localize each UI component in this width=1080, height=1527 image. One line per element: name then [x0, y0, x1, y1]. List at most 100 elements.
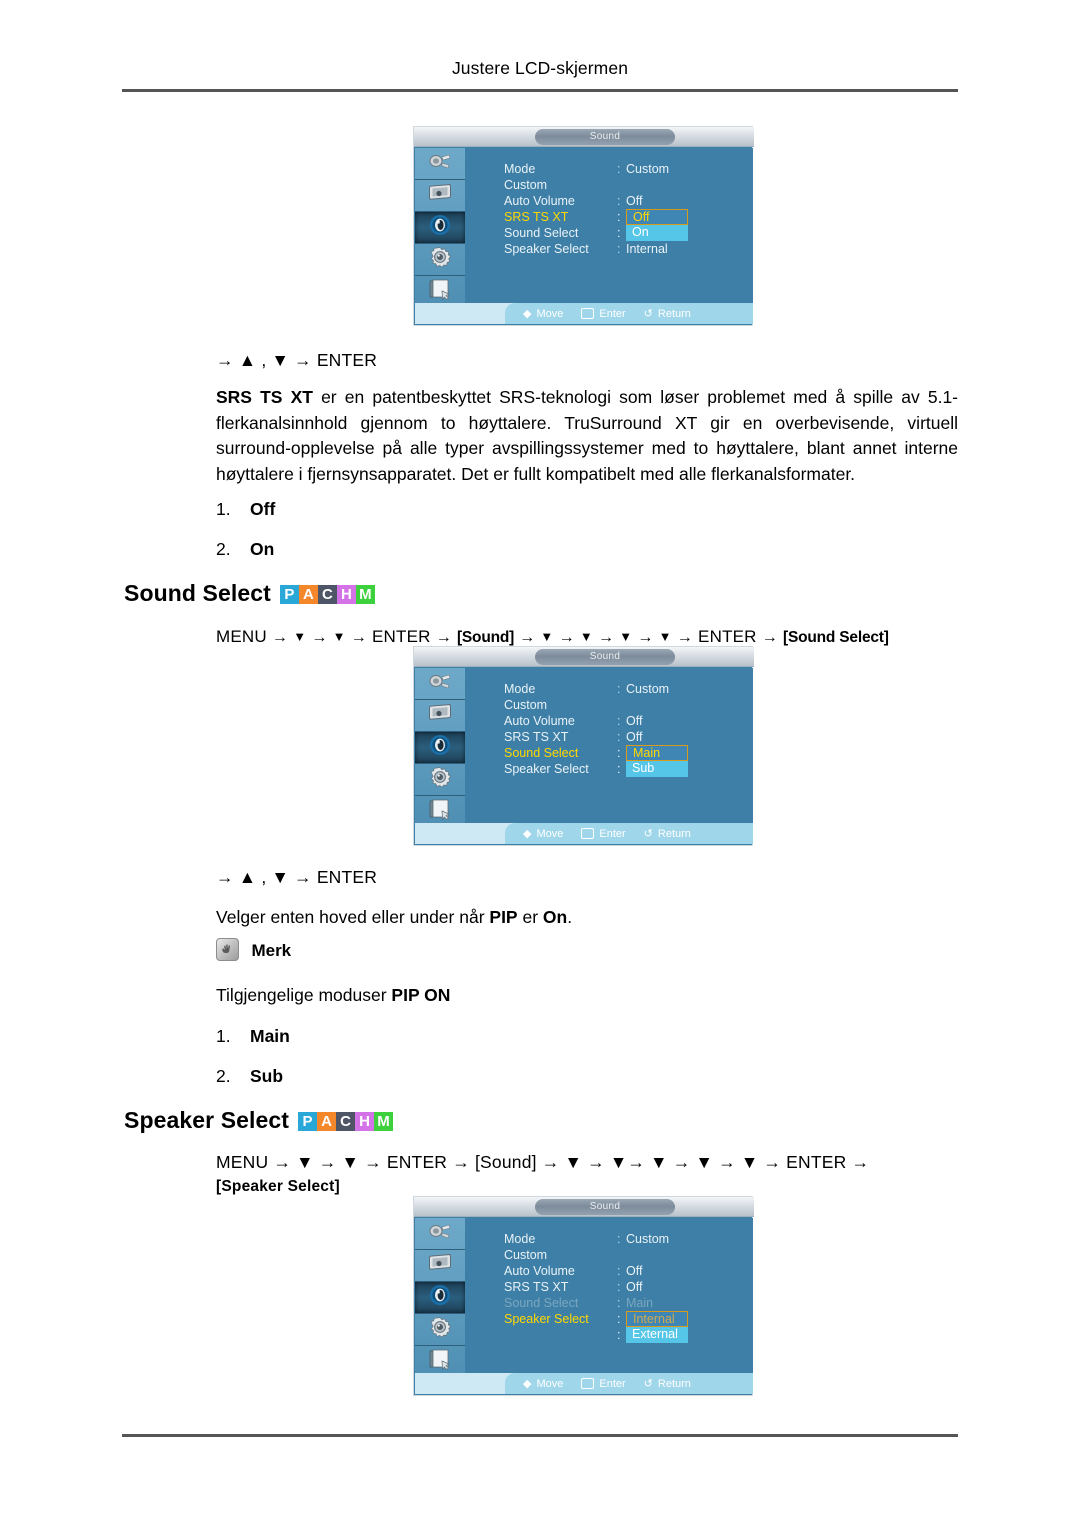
osd-titlebar: Sound	[414, 127, 754, 147]
osd-menu-item[interactable]: Speaker Select	[504, 761, 624, 777]
speaker-select-nav-line-1: MENU → ▼ → ▼ → ENTER → [Sound] → ▼ → ▼→ …	[216, 1152, 870, 1172]
osd-menu-item[interactable]: Auto Volume	[504, 1263, 624, 1279]
osd-sidebar-item-picture[interactable]	[415, 700, 465, 732]
manual-page: Justere LCD-skjermen Sound Mode Custom Auto…	[0, 0, 1080, 1527]
osd-menu-item[interactable]: Auto Volume	[504, 193, 624, 209]
osd-titlebar: Sound	[414, 1197, 754, 1217]
osd-menu-value: : Internal	[617, 242, 668, 256]
osd-hint-label: Enter	[599, 827, 626, 840]
osd-option-alternate[interactable]: Sub	[626, 761, 688, 777]
osd-menu-value	[617, 177, 747, 193]
srs-option-2-value: On	[250, 539, 275, 559]
osd-menu-item[interactable]: Sound Select	[504, 1295, 624, 1311]
osd-option-selected[interactable]: Main	[626, 745, 688, 761]
sound-select-description: Velger enten hoved eller under når PIP e…	[216, 905, 958, 931]
osd-option-alternate[interactable]: On	[626, 225, 688, 241]
enter-key-icon	[581, 1378, 595, 1389]
osd-sidebar-item-sound[interactable]	[415, 732, 465, 764]
osd-menu-item[interactable]: Mode	[504, 681, 624, 697]
osd-title: Sound	[535, 129, 675, 145]
osd-menu-value: : Custom	[617, 162, 670, 176]
osd-sidebar-item-picture[interactable]	[415, 180, 465, 212]
return-arrow-icon: ↺	[643, 828, 653, 840]
osd-value-colon: :	[617, 682, 621, 696]
sound-select-description-before: Velger enten hoved eller under når	[216, 907, 490, 927]
nav-arrow: →	[271, 629, 289, 646]
osd-menu-item[interactable]: SRS TS XT	[504, 1279, 624, 1295]
picture-icon	[427, 183, 453, 208]
heading-speaker-select-text: Speaker Select	[124, 1107, 290, 1133]
nav-arrow: →	[597, 629, 615, 646]
page-title: Justere LCD-skjermen	[451, 58, 629, 78]
nav-down-arrow: ▼	[332, 629, 346, 644]
sound-select-nav-after: → ▲ , ▼ → ENTER	[216, 867, 378, 887]
osd-sidebar-item-input-source[interactable]	[415, 148, 465, 180]
note-body: Tilgjengelige moduser PIP ON	[216, 983, 958, 1009]
osd-screenshot-sound-select: Sound Mode Custom Auto Volume SRS TS XT Sound…	[413, 646, 754, 846]
mode-badges-sound-select: PACHM	[279, 578, 375, 605]
osd-menu-value: : Off	[617, 194, 643, 208]
badge-m: M	[355, 585, 375, 604]
osd-sidebar-item-setup-gear[interactable]	[415, 764, 465, 796]
multi-control-icon	[427, 798, 453, 825]
osd-menu-item[interactable]: Custom	[504, 697, 624, 713]
osd-menu-item[interactable]: Custom	[504, 1247, 624, 1263]
osd-menu-value: : Custom	[617, 1232, 670, 1246]
osd-hint-move: ◆ Move	[523, 307, 563, 321]
diamond-move-icon: ◆	[523, 308, 532, 320]
osd-sidebar-item-picture[interactable]	[415, 1250, 465, 1282]
osd-sidebar-item-input-source[interactable]	[415, 668, 465, 700]
osd-hint-return: ↺ Return	[643, 1377, 691, 1391]
osd-value-colon: :	[617, 1328, 621, 1342]
note-hand-icon	[216, 938, 239, 961]
osd-value-colon: :	[617, 210, 621, 224]
sound-select-option-1-value: Main	[250, 1026, 290, 1046]
return-arrow-icon: ↺	[643, 1378, 653, 1390]
setup-gear-icon	[428, 766, 452, 793]
osd-menu-body: Mode Custom Auto Volume SRS TS XT Sound Sele…	[465, 148, 753, 305]
osd-menu-item[interactable]: Speaker Select	[504, 1311, 624, 1327]
osd-menu-item[interactable]: SRS TS XT	[504, 729, 624, 745]
osd-hint-move: ◆ Move	[523, 1377, 563, 1391]
osd-menu-item[interactable]: Speaker Select	[504, 241, 624, 257]
osd-menu-item[interactable]: Sound Select	[504, 745, 624, 761]
nav-arrow: →	[676, 629, 693, 646]
osd-sidebar-item-sound[interactable]	[415, 1282, 465, 1314]
badge-p: P	[279, 585, 299, 604]
osd-option-selected[interactable]: Off	[626, 209, 688, 225]
osd-menu-item[interactable]: Mode	[504, 161, 624, 177]
input-source-icon	[427, 671, 453, 696]
osd-hint-label: Enter	[599, 1377, 626, 1390]
osd-value-colon: :	[617, 1296, 621, 1310]
osd-menu-item[interactable]: Custom	[504, 177, 624, 193]
osd-menu-item[interactable]: Auto Volume	[504, 713, 624, 729]
osd-sidebar-item-setup-gear[interactable]	[415, 1314, 465, 1346]
osd-sidebar-item-sound[interactable]	[415, 212, 465, 244]
osd-option-selected[interactable]: Internal	[626, 1311, 688, 1327]
badge-a: A	[317, 1112, 337, 1131]
osd-screenshot-srs: Sound Mode Custom Auto Volume SRS TS XT Sound…	[413, 126, 754, 326]
badge-p: P	[298, 1112, 318, 1131]
osd-menu-item[interactable]: Sound Select	[504, 225, 624, 241]
nav-key: ENTER	[698, 627, 757, 646]
osd-sidebar-item-setup-gear[interactable]	[415, 244, 465, 276]
nav-key: MENU	[216, 627, 267, 646]
osd-option-alternate[interactable]: External	[626, 1327, 688, 1343]
sound-select-description-mid: er	[517, 907, 543, 927]
osd-value-colon: :	[617, 162, 621, 176]
enter-key-icon	[581, 828, 595, 839]
osd-sidebar-item-input-source[interactable]	[415, 1218, 465, 1250]
osd-menu-value: : Custom	[617, 682, 670, 696]
badge-h: H	[355, 1112, 375, 1131]
nav-down-arrow: ▼	[658, 629, 672, 644]
heading-sound-select: Sound Select P A C H M	[124, 578, 375, 607]
osd-menu-item[interactable]: SRS TS XT	[504, 209, 624, 225]
nav-down-arrow: ▼	[540, 629, 554, 644]
mode-badges-speaker-select: PACHM	[298, 1105, 394, 1132]
sound-select-nav-path: MENU → ▼ → ▼ → ENTER → [Sound] → ▼ → ▼ →…	[216, 626, 889, 647]
osd-menu-item[interactable]: Mode	[504, 1231, 624, 1247]
osd-value-colon: :	[617, 762, 621, 776]
osd-value-colon: :	[617, 714, 621, 728]
heading-sound-select-text: Sound Select	[124, 580, 271, 606]
sound-select-option-1-number: 1.	[216, 1026, 231, 1046]
